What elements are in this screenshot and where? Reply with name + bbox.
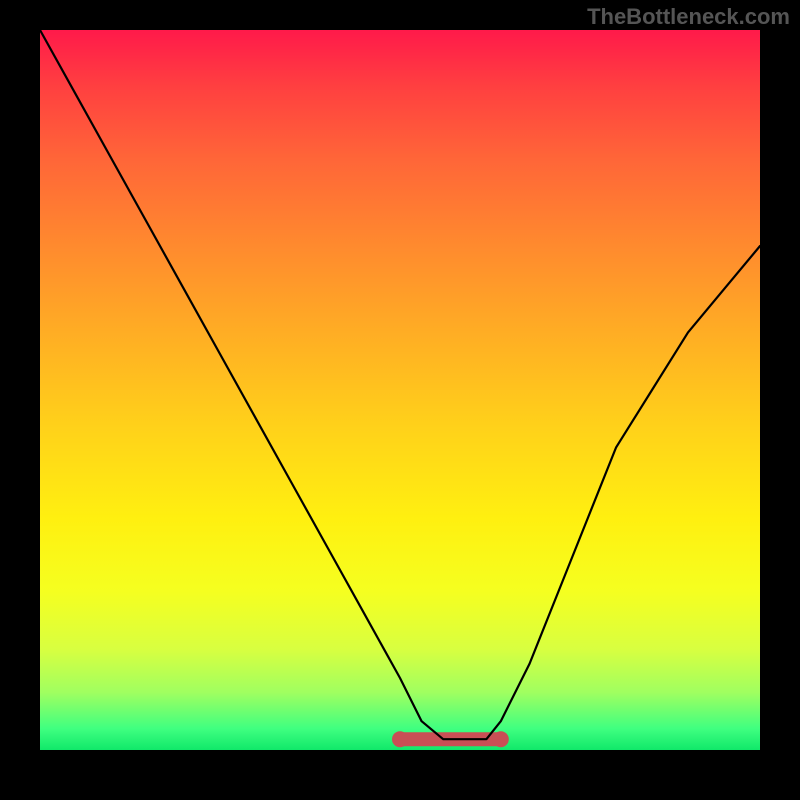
bottleneck-curve — [40, 30, 760, 739]
plot-area — [40, 30, 760, 750]
chart-overlay — [40, 30, 760, 750]
valley-start-dot — [392, 731, 408, 747]
valley-end-dot — [493, 731, 509, 747]
figure-root: TheBottleneck.com — [0, 0, 800, 800]
watermark-text: TheBottleneck.com — [587, 4, 790, 30]
